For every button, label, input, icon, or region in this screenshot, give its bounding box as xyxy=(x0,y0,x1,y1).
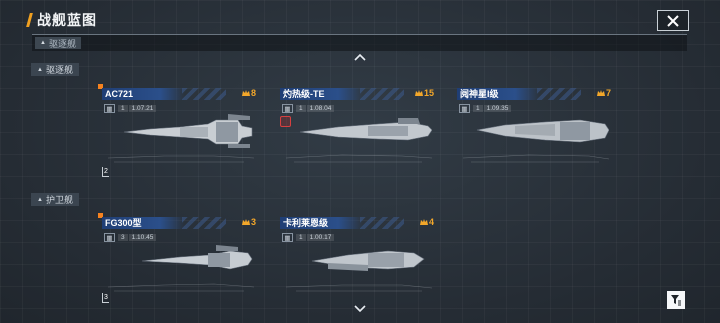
title-accent xyxy=(26,13,33,27)
rank-icon xyxy=(414,89,423,96)
ship-level: 3 xyxy=(118,234,128,241)
close-icon xyxy=(667,14,679,27)
ship-stat: 1.07.21 xyxy=(128,105,157,112)
rank-value: 7 xyxy=(605,88,611,98)
ship-card-fg300[interactable]: FG300型 3 ▦ 3 1.10.45 xyxy=(102,217,260,295)
ship-image xyxy=(311,250,425,271)
blueprint-sketch xyxy=(107,283,255,292)
rank-badge: 4 xyxy=(419,217,434,227)
ship-stat: 1.00.17 xyxy=(306,234,335,241)
section-label-destroyer[interactable]: ▲ 驱逐舰 xyxy=(31,63,79,76)
ship-name: 卡利莱恩级 xyxy=(280,217,363,229)
filter-chip-destroyer[interactable]: ▲ 驱逐舰 xyxy=(35,37,81,49)
ship-image xyxy=(141,245,253,270)
filter-chip-label: 驱逐舰 xyxy=(48,38,76,49)
name-stripes xyxy=(182,88,226,100)
name-stripes xyxy=(360,88,404,100)
ship-level: 1 xyxy=(296,105,306,112)
ship-card-zhuore[interactable]: 灼热级-TE 15 ▦ 1 1.08.04 xyxy=(280,88,438,166)
close-button[interactable] xyxy=(657,10,689,31)
ship-image xyxy=(123,114,253,148)
chevron-up-icon[interactable] xyxy=(354,53,366,61)
ship-stat: 1.10.45 xyxy=(128,234,157,241)
count-badge: 3 xyxy=(102,293,109,303)
rank-badge: 8 xyxy=(241,88,256,98)
rank-badge: 15 xyxy=(414,88,434,98)
section-label-frigate[interactable]: ▲ 护卫舰 xyxy=(31,193,79,206)
blueprint-sketch xyxy=(285,154,433,163)
rank-icon xyxy=(241,218,250,225)
blueprint-sketch xyxy=(285,284,433,292)
warning-icon xyxy=(280,116,291,127)
ship-card-ac721[interactable]: AC721 8 ▦ 1 1.07.21 xyxy=(102,88,260,166)
triangle-icon: ▲ xyxy=(37,196,43,203)
rank-badge: 3 xyxy=(241,217,256,227)
module-icon: ▦ xyxy=(104,104,115,113)
chevron-down-icon[interactable] xyxy=(354,305,366,313)
ship-name: 阋神星I级 xyxy=(457,88,540,100)
filter-bar: ▲ 驱逐舰 xyxy=(32,34,687,51)
name-stripes xyxy=(182,217,226,229)
rank-value: 4 xyxy=(428,217,434,227)
ship-level: 1 xyxy=(473,105,483,112)
ship-stat: 1.08.04 xyxy=(306,105,335,112)
rank-icon xyxy=(596,89,605,96)
ship-level: 1 xyxy=(118,105,128,112)
triangle-icon: ▲ xyxy=(37,66,43,73)
name-stripes xyxy=(537,88,581,100)
rank-icon xyxy=(419,218,428,225)
ship-card-kalilaien[interactable]: 卡利莱恩级 4 ▦ 1 1.00.17 xyxy=(280,217,438,295)
rank-badge: 7 xyxy=(596,88,611,98)
module-icon: ▦ xyxy=(459,104,470,113)
ship-name: FG300型 xyxy=(102,217,185,229)
ship-name: 灼热级-TE xyxy=(280,88,363,100)
rank-value: 8 xyxy=(250,88,256,98)
module-icon: ▦ xyxy=(282,104,293,113)
header: 战舰蓝图 xyxy=(26,10,97,30)
page-title: 战舰蓝图 xyxy=(37,12,97,28)
ship-name: AC721 xyxy=(102,88,185,100)
rank-icon xyxy=(241,89,250,96)
name-stripes xyxy=(360,217,404,229)
module-icon: ▦ xyxy=(282,233,293,242)
triangle-icon: ▲ xyxy=(40,40,46,46)
filter-button[interactable] xyxy=(667,291,685,309)
ship-stat: 1.09.35 xyxy=(483,105,512,112)
ship-image xyxy=(476,119,609,143)
section-label-text: 驱逐舰 xyxy=(45,65,73,75)
blueprint-sketch xyxy=(462,154,610,163)
ship-image xyxy=(299,118,432,141)
rank-value: 15 xyxy=(423,88,434,98)
ship-level: 1 xyxy=(296,234,306,241)
filter-icon xyxy=(671,295,681,306)
rank-value: 3 xyxy=(250,217,256,227)
blueprint-sketch xyxy=(107,155,255,163)
module-icon: ▦ xyxy=(104,233,115,242)
ship-card-xishenxing[interactable]: 阋神星I级 7 ▦ 1 1.09.35 xyxy=(457,88,615,166)
count-badge: 2 xyxy=(102,167,109,177)
section-label-text: 护卫舰 xyxy=(45,195,73,205)
